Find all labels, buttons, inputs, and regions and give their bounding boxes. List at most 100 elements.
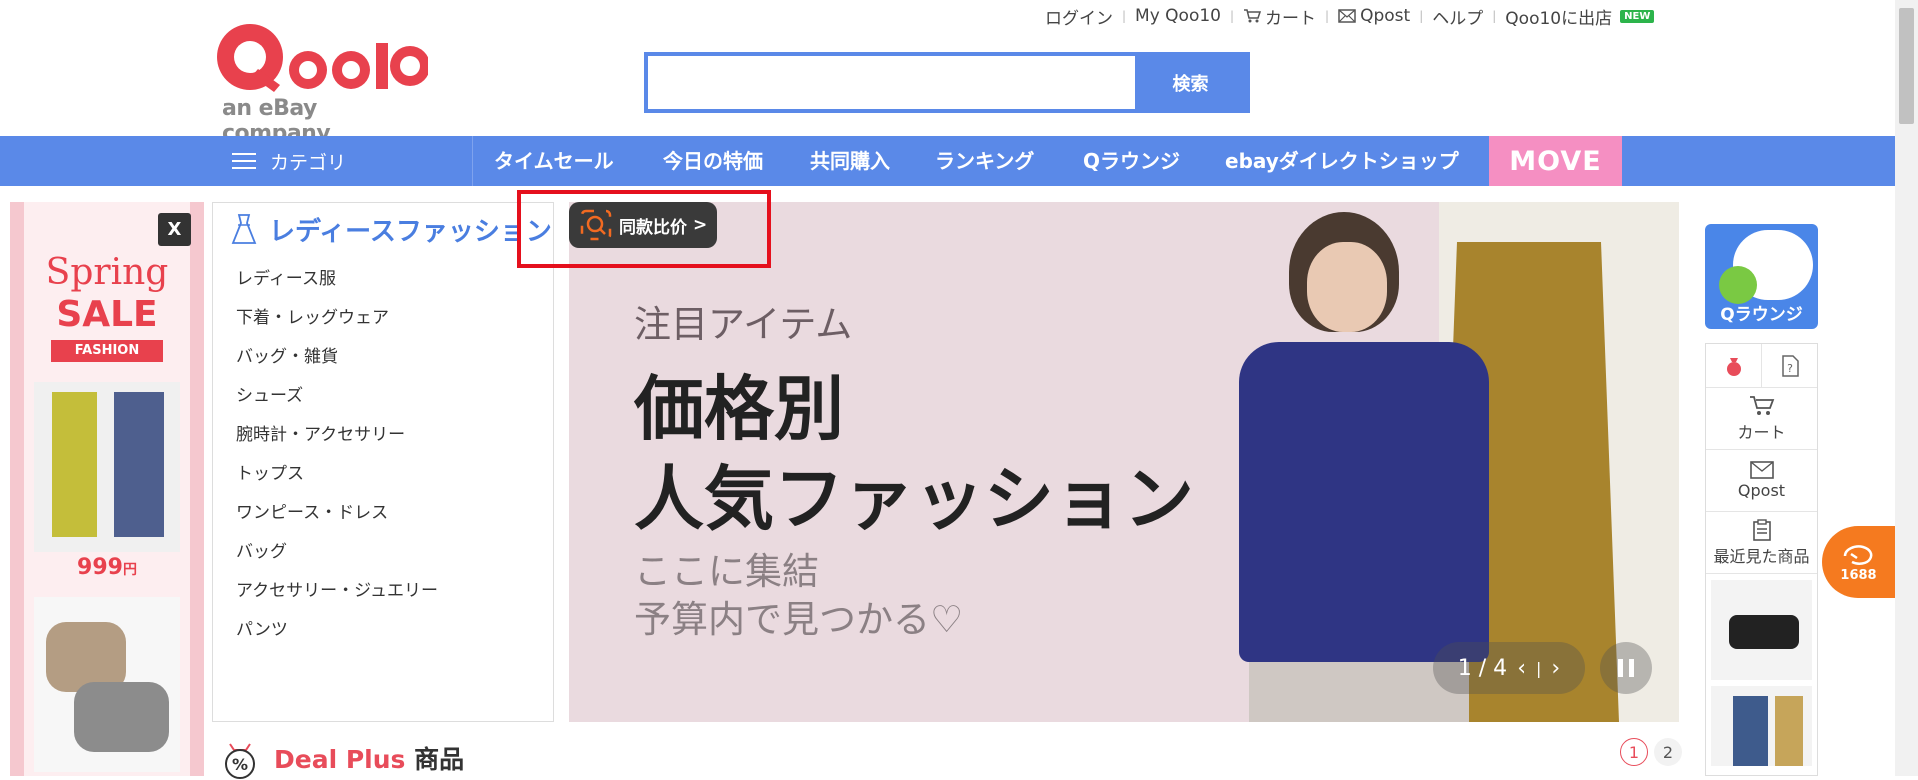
banner-models-image [1209, 202, 1679, 722]
badge-1688-button[interactable]: 1688 [1822, 526, 1895, 598]
category-item[interactable]: シューズ [236, 382, 438, 421]
search-bar: 検索 [644, 52, 1250, 113]
ad-price: 999円 [77, 555, 137, 580]
deal-plus-header: % Deal Plus 商品 [218, 736, 464, 780]
pause-icon [1618, 659, 1623, 677]
nav-item-ebay-direct[interactable]: ebayダイレクトショップ [1225, 136, 1459, 186]
ad-tag: FASHION [51, 340, 163, 362]
clipboard-icon [1752, 518, 1771, 541]
money-bag-icon [1726, 357, 1741, 376]
category-title-text: レディースファッション [269, 217, 552, 247]
ad-product-image-sandals [34, 597, 180, 772]
category-item[interactable]: アクセサリー・ジュエリー [236, 577, 438, 616]
main-banner[interactable]: 注目アイテム 価格別 人気ファッション ここに集結 予算内で見つかる♡ 1 / … [569, 202, 1679, 722]
category-item[interactable]: バッグ [236, 538, 438, 577]
1688-logo-icon [1843, 544, 1872, 565]
ad-panel: Spring SALE FASHION 999円 [24, 202, 190, 776]
cart-link[interactable]: カート [1243, 4, 1316, 29]
qpost-label: Qpost [1360, 6, 1411, 26]
banner-pause-button[interactable] [1600, 642, 1652, 694]
qpost-link[interactable]: Qpost [1338, 6, 1410, 26]
left-side-ad[interactable]: Spring SALE FASHION 999円 [10, 202, 204, 776]
ad-headline-sale: SALE [56, 294, 158, 335]
banner-pager: 1 / 4 ‹ | › [1433, 642, 1585, 694]
sidebar-qpost-label: Qpost [1737, 481, 1786, 500]
category-panel: レディースファッション レディース服 下着・レッグウェア バッグ・雑貨 シューズ… [212, 202, 554, 722]
nav-item-todays-deal[interactable]: 今日の特価 [663, 136, 763, 186]
banner-title: 価格別 人気ファッション [634, 364, 1194, 544]
q-lounge-button[interactable]: Qラウンジ [1705, 224, 1818, 329]
my-qoo10-label: My Qoo10 [1135, 6, 1221, 26]
nav-item-time-sale[interactable]: タイムセール [494, 136, 614, 186]
dress-icon [231, 213, 257, 244]
separator: | [1419, 9, 1424, 23]
login-label: ログイン [1045, 8, 1113, 29]
move-button[interactable]: MOVE [1489, 136, 1622, 186]
pager-divider: | [1536, 658, 1542, 678]
page-1-button[interactable]: 1 [1620, 738, 1648, 766]
search-input[interactable] [648, 56, 1135, 109]
main-nav: カテゴリ タイムセール 今日の特価 共同購入 ランキング Qラウンジ ebayダ… [0, 136, 1895, 186]
my-qoo10-link[interactable]: My Qoo10 [1135, 6, 1221, 26]
svg-text:%: % [232, 755, 248, 774]
category-panel-title[interactable]: レディースファッション [229, 211, 552, 248]
category-item[interactable]: 下着・レッグウェア [236, 304, 438, 343]
sell-label: Qoo10に出店 [1505, 8, 1613, 29]
category-item[interactable]: パンツ [236, 616, 438, 655]
ad-headline-spring: Spring [45, 252, 169, 293]
category-item[interactable]: レディース服 [236, 265, 438, 304]
page-scrollbar[interactable] [1895, 0, 1918, 776]
sidebar-qpost[interactable]: Qpost [1706, 450, 1817, 512]
highlight-box [517, 190, 771, 268]
q-lounge-label: Qラウンジ [1720, 305, 1803, 325]
sidebar-cart[interactable]: カート [1706, 388, 1817, 450]
svg-text:?: ? [1787, 362, 1793, 375]
separator: | [1122, 9, 1127, 23]
next-arrow-icon[interactable]: › [1551, 656, 1560, 681]
category-item[interactable]: トップス [236, 460, 438, 499]
search-button[interactable]: 検索 [1135, 56, 1246, 109]
top-links: ログイン | My Qoo10 | カート | Qpost | ヘルプ | Qo… [1045, 4, 1655, 29]
banner-pager-count: 1 / 4 [1457, 655, 1508, 681]
login-link[interactable]: ログイン [1045, 4, 1113, 29]
hamburger-icon [232, 153, 256, 169]
deal-plus-title: Deal Plus [274, 745, 406, 774]
category-item[interactable]: 腕時計・アクセサリー [236, 421, 438, 460]
help-link[interactable]: ヘルプ [1432, 4, 1483, 29]
deal-pagination: 1 2 [1620, 738, 1682, 766]
sell-link[interactable]: Qoo10に出店 NEW [1505, 4, 1655, 29]
scrollbar-thumb[interactable] [1899, 8, 1914, 124]
cart-icon [1749, 395, 1774, 415]
prev-arrow-icon[interactable]: ‹ [1517, 656, 1526, 681]
sidebar-cart-label: カート [1737, 422, 1786, 442]
recent-item-thumbnail[interactable] [1711, 686, 1812, 766]
nav-divider [472, 136, 473, 186]
help-button[interactable]: ? [1762, 344, 1817, 387]
mail-icon [1749, 461, 1774, 479]
banner-title-line2: 人気ファッション [634, 458, 1194, 540]
banner-caption-line2: 予算内で見つかる♡ [634, 598, 964, 641]
nav-item-q-lounge[interactable]: Qラウンジ [1083, 136, 1180, 186]
ad-close-button[interactable]: X [158, 213, 191, 246]
mail-icon [1338, 9, 1356, 23]
sidebar-top-row: ? [1706, 344, 1817, 388]
qoo10-logo[interactable]: an eBay company [213, 18, 430, 146]
category-item[interactable]: ワンピース・ドレス [236, 499, 438, 538]
recent-item-thumbnail[interactable] [1711, 580, 1812, 680]
cart-icon [1244, 9, 1262, 23]
coupon-button[interactable] [1706, 344, 1762, 387]
page-2-button[interactable]: 2 [1654, 738, 1682, 766]
nav-item-ranking[interactable]: ランキング [935, 136, 1034, 186]
sidebar-recent[interactable]: 最近見た商品 [1706, 512, 1817, 574]
nav-item-group-buy[interactable]: 共同購入 [810, 136, 890, 186]
badge-1688-label: 1688 [1840, 567, 1877, 583]
category-item[interactable]: バッグ・雑貨 [236, 343, 438, 382]
deal-percent-icon: % [225, 743, 255, 779]
deal-plus-subtitle: 商品 [414, 745, 465, 774]
banner-caption-line1: ここに集結 [634, 550, 819, 593]
new-badge: NEW [1620, 9, 1655, 23]
separator: | [1325, 9, 1330, 23]
category-menu-button[interactable]: カテゴリ [232, 136, 346, 186]
category-list: レディース服 下着・レッグウェア バッグ・雑貨 シューズ 腕時計・アクセサリー … [236, 265, 438, 655]
right-sidebar: ? カート Qpost 最近見た商品 [1705, 343, 1818, 776]
